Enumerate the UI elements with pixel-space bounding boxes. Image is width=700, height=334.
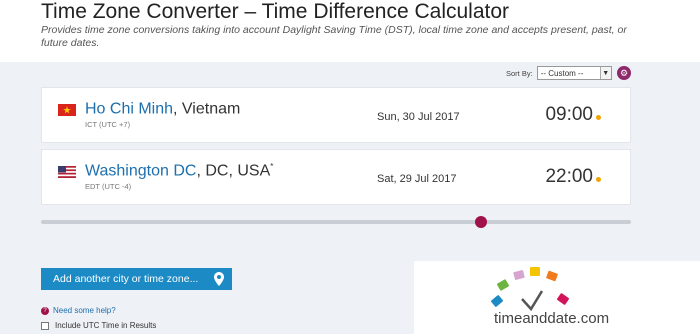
utc-option-label: Include UTC Time in Results (55, 321, 157, 330)
city-footnote-mark: * (270, 162, 274, 171)
logo-panel[interactable]: timeanddate.com (414, 261, 700, 334)
chevron-down-icon: ▼ (599, 67, 611, 79)
city-date: Sat, 29 Jul 2017 (377, 173, 457, 185)
city-title: Ho Chi Minh, Vietnam (85, 100, 240, 118)
gear-icon[interactable]: ⚙ (617, 66, 631, 80)
sort-select[interactable]: -- Custom -- ▼ (536, 66, 612, 80)
daytime-dot-icon (596, 177, 601, 182)
city-time: 09:00 (545, 104, 593, 125)
time-slider-handle[interactable] (474, 216, 487, 228)
help-link-label: Need some help? (53, 306, 116, 315)
utc-option[interactable]: Include UTC Time in Results (41, 321, 156, 330)
usa-flag-icon (58, 166, 76, 178)
city-title: Washington DC, DC, USA* (85, 162, 273, 180)
timeanddate-logo-icon (491, 267, 569, 312)
city-region: , Vietnam (173, 100, 241, 118)
sort-label: Sort By: (506, 68, 533, 78)
page-header: Time Zone Converter – Time Difference Ca… (0, 0, 700, 62)
page-subtitle: Provides time zone conversions taking in… (41, 24, 627, 49)
city-timezone: EDT (UTC -4) (85, 182, 132, 191)
add-city-button-label: Add another city or time zone... (53, 273, 199, 285)
city-card[interactable]: Washington DC, DC, USA* EDT (UTC -4) Sat… (41, 149, 631, 205)
add-city-button[interactable]: Add another city or time zone... (41, 268, 232, 290)
city-date: Sun, 30 Jul 2017 (377, 111, 460, 123)
help-link[interactable]: ? Need some help? (41, 306, 116, 315)
location-pin-icon (214, 272, 224, 286)
city-card[interactable]: Ho Chi Minh, Vietnam ICT (UTC +7) Sun, 3… (41, 87, 631, 143)
daytime-dot-icon (596, 115, 601, 120)
utc-checkbox[interactable] (41, 321, 49, 330)
city-name-link[interactable]: Ho Chi Minh (85, 100, 173, 117)
city-timezone: ICT (UTC +7) (85, 120, 131, 129)
city-time: 22:00 (545, 166, 593, 187)
city-name-link[interactable]: Washington DC (85, 162, 196, 179)
sort-bar: Sort By: -- Custom -- ▼ (506, 66, 612, 80)
vietnam-flag-icon (58, 104, 76, 116)
sort-selected-value: -- Custom -- (540, 68, 584, 78)
logo-text: timeanddate.com (494, 310, 610, 327)
page-title: Time Zone Converter – Time Difference Ca… (41, 0, 510, 23)
question-icon: ? (41, 306, 49, 315)
city-region: , DC, USA (196, 162, 271, 180)
time-slider-track[interactable] (41, 220, 631, 224)
